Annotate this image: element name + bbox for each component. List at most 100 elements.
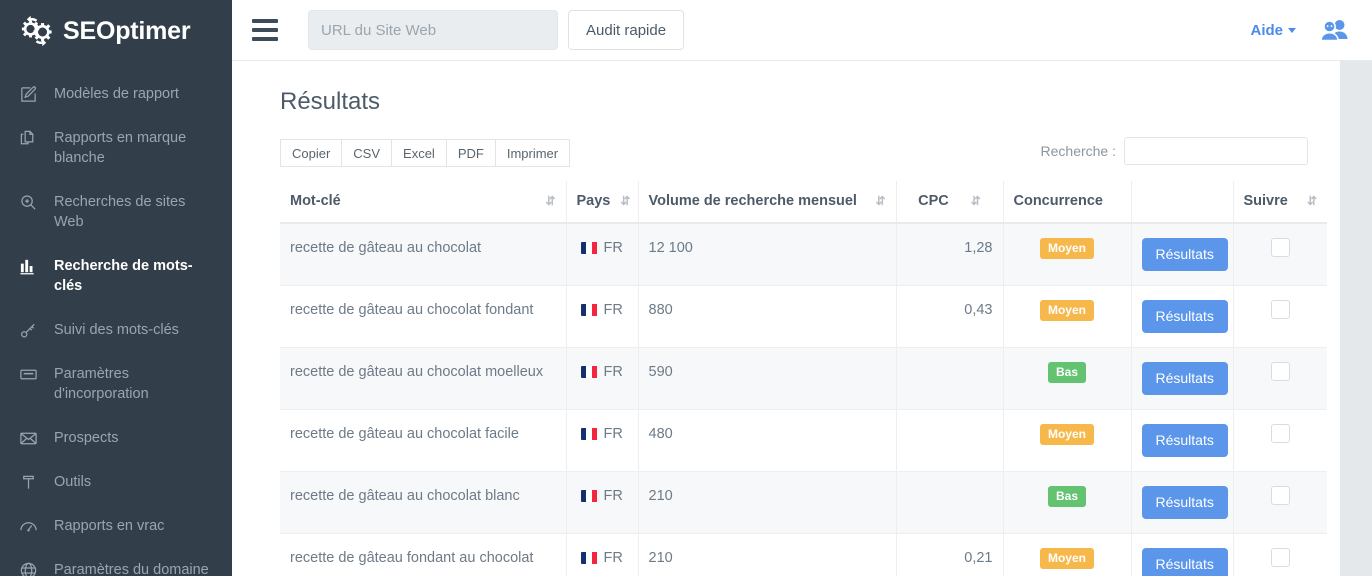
brand-name: SEOptimer — [63, 19, 190, 44]
hamburger-icon[interactable] — [252, 19, 278, 41]
track-checkbox[interactable] — [1271, 424, 1290, 443]
website-url-input[interactable] — [308, 10, 558, 50]
top-bar: Audit rapide Aide — [232, 0, 1372, 61]
results-button[interactable]: Résultats — [1142, 424, 1228, 457]
export-button-group: Copier CSV Excel PDF Imprimer — [280, 139, 570, 167]
sidebar-item-parametres-du-domaine[interactable]: Paramètres du domaine — [0, 548, 232, 576]
fr-flag-icon — [581, 490, 598, 502]
sort-updown-icon[interactable]: ⇵ — [545, 195, 553, 207]
sort-updown-icon[interactable]: ⇵ — [971, 195, 979, 207]
results-button[interactable]: Résultats — [1142, 300, 1228, 333]
sort-updown-icon[interactable]: ⇵ — [1307, 195, 1315, 207]
edit-square-icon — [18, 84, 38, 104]
excel-button[interactable]: Excel — [391, 139, 446, 167]
country-code: FR — [604, 238, 623, 258]
print-button[interactable]: Imprimer — [495, 139, 570, 167]
column-header-keyword[interactable]: Mot-clé ⇵ — [280, 181, 566, 223]
column-header-monthly-search-volume[interactable]: Volume de recherche mensuel ⇵ — [638, 181, 896, 223]
cell-action: Résultats — [1131, 348, 1233, 410]
sort-updown-icon[interactable]: ⇵ — [875, 195, 883, 207]
help-menu[interactable]: Aide — [1250, 22, 1296, 39]
table-row: recette de gâteau au chocolat blanc FR 2… — [280, 472, 1327, 534]
country-code: FR — [604, 486, 623, 506]
cell-cpc — [896, 472, 1003, 534]
fr-flag-icon — [581, 552, 598, 564]
track-checkbox[interactable] — [1271, 486, 1290, 505]
cell-keyword: recette de gâteau au chocolat — [280, 223, 566, 286]
cell-cpc — [896, 348, 1003, 410]
cell-competition: Moyen — [1003, 286, 1131, 348]
envelope-icon — [18, 428, 38, 448]
country-code: FR — [604, 300, 623, 320]
column-header-actions — [1131, 181, 1233, 223]
column-header-cpc[interactable]: CPC ⇵ — [896, 181, 1003, 223]
sidebar-item-outils[interactable]: Outils — [0, 460, 232, 504]
cell-country: FR — [566, 348, 638, 410]
users-icon[interactable] — [1320, 18, 1350, 42]
sidebar-item-recherche-de-mots-cles[interactable]: Recherche de mots-clés — [0, 244, 232, 308]
table-row: recette de gâteau fondant au chocolat FR… — [280, 534, 1327, 576]
cell-action: Résultats — [1131, 223, 1233, 286]
table-row: recette de gâteau au chocolat moelleux F… — [280, 348, 1327, 410]
results-button[interactable]: Résultats — [1142, 548, 1228, 576]
track-checkbox[interactable] — [1271, 548, 1290, 567]
fr-flag-icon — [581, 242, 598, 254]
csv-button[interactable]: CSV — [341, 139, 391, 167]
cell-country: FR — [566, 410, 638, 472]
cell-volume: 880 — [638, 286, 896, 348]
column-header-track[interactable]: Suivre ⇵ — [1233, 181, 1327, 223]
column-label: Volume de recherche mensuel — [649, 193, 857, 209]
status-badge: Moyen — [1040, 238, 1094, 259]
pdf-button[interactable]: PDF — [446, 139, 495, 167]
globe-icon — [18, 560, 38, 576]
results-button[interactable]: Résultats — [1142, 362, 1228, 395]
copy-button[interactable]: Copier — [280, 139, 341, 167]
main-area: Audit rapide Aide Résultats — [232, 0, 1372, 576]
status-badge: Moyen — [1040, 424, 1094, 445]
search-input[interactable] — [1124, 137, 1308, 165]
cell-keyword: recette de gâteau fondant au chocolat — [280, 534, 566, 576]
cell-track — [1233, 348, 1327, 410]
column-label: Pays — [577, 193, 611, 209]
country-code: FR — [604, 424, 623, 444]
embed-box-icon — [18, 364, 38, 384]
cell-country: FR — [566, 223, 638, 286]
search-label: Recherche : — [1041, 143, 1116, 159]
sidebar-item-modeles-de-rapport[interactable]: Modèles de rapport — [0, 72, 232, 116]
sidebar-item-rapports-en-marque-blanche[interactable]: Rapports en marque blanche — [0, 116, 232, 180]
track-checkbox[interactable] — [1271, 300, 1290, 319]
column-header-country[interactable]: Pays ⇵ — [566, 181, 638, 223]
table-row: recette de gâteau au chocolat facile FR … — [280, 410, 1327, 472]
status-badge: Moyen — [1040, 548, 1094, 569]
results-button[interactable]: Résultats — [1142, 486, 1228, 519]
hammer-icon — [18, 472, 38, 492]
cell-action: Résultats — [1131, 410, 1233, 472]
sort-updown-icon[interactable]: ⇵ — [620, 195, 628, 207]
results-button[interactable]: Résultats — [1142, 238, 1228, 271]
column-label: Suivre — [1244, 193, 1288, 209]
status-badge: Bas — [1048, 362, 1086, 383]
cell-country: FR — [566, 286, 638, 348]
table-body: recette de gâteau au chocolat FR 12 100 … — [280, 223, 1327, 576]
country-code: FR — [604, 362, 623, 382]
sidebar-item-parametres-d-incorporation[interactable]: Paramètres d'incorporation — [0, 352, 232, 416]
table-search: Recherche : — [1041, 137, 1308, 167]
fr-flag-icon — [581, 428, 598, 440]
cell-action: Résultats — [1131, 472, 1233, 534]
quick-audit-button[interactable]: Audit rapide — [568, 10, 684, 50]
cell-track — [1233, 286, 1327, 348]
sidebar-item-label: Suivi des mots-clés — [54, 320, 179, 340]
cell-track — [1233, 410, 1327, 472]
sidebar-item-rapports-en-vrac[interactable]: Rapports en vrac — [0, 504, 232, 548]
page-title: Résultats — [280, 61, 1308, 116]
sidebar-item-recherches-de-sites-web[interactable]: Recherches de sites Web — [0, 180, 232, 244]
table-header-row: Mot-clé ⇵ Pays ⇵ Volume — [280, 181, 1327, 223]
cell-track — [1233, 534, 1327, 576]
track-checkbox[interactable] — [1271, 238, 1290, 257]
sidebar-item-label: Outils — [54, 472, 91, 492]
sidebar-item-prospects[interactable]: Prospects — [0, 416, 232, 460]
brand-logo[interactable]: SEOptimer — [0, 0, 232, 62]
cell-competition: Bas — [1003, 472, 1131, 534]
track-checkbox[interactable] — [1271, 362, 1290, 381]
sidebar-item-suivi-des-mots-cles[interactable]: Suivi des mots-clés — [0, 308, 232, 352]
